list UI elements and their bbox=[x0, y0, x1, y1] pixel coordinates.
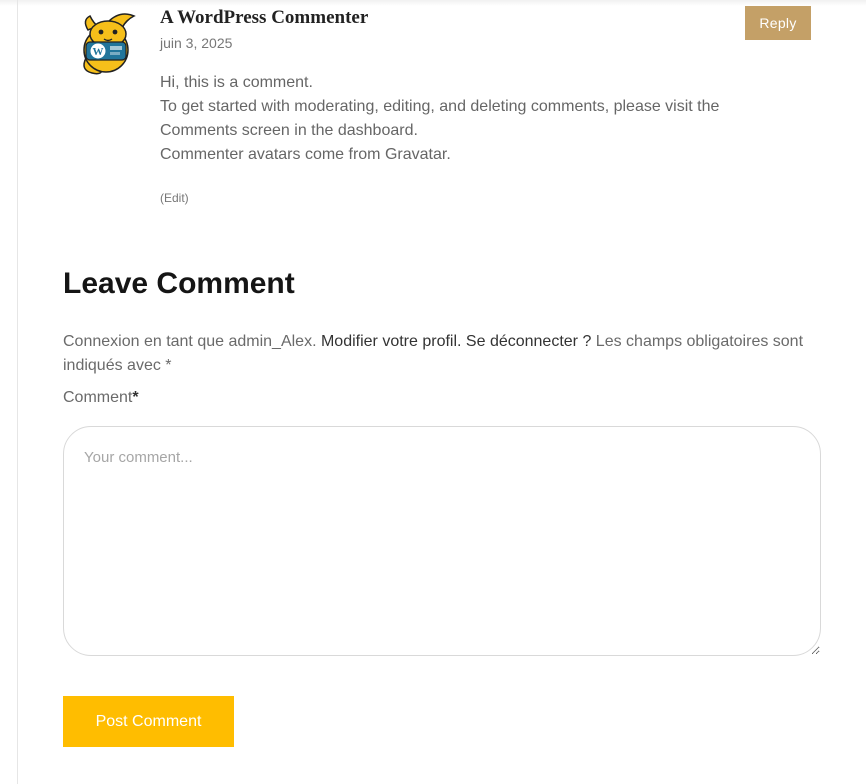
required-marker: * bbox=[165, 357, 172, 374]
comment-textarea[interactable] bbox=[63, 426, 821, 656]
logout-link[interactable]: Se déconnecter ? bbox=[466, 333, 591, 350]
wapuu-avatar-icon: W bbox=[83, 13, 136, 75]
comment-text: Hi, this is a comment. To get started wi… bbox=[160, 71, 800, 167]
comment-text-line: To get started with moderating, editing,… bbox=[160, 98, 720, 139]
comment-field-label: Comment* bbox=[63, 389, 139, 407]
comment-label-text: Comment bbox=[63, 389, 133, 406]
reply-button[interactable]: Reply bbox=[745, 6, 811, 40]
edit-comment-link[interactable]: (Edit) bbox=[160, 191, 189, 205]
header-shadow bbox=[0, 0, 866, 6]
required-asterisk: * bbox=[132, 389, 139, 406]
comment-text-line: Commenter avatars come from Gravatar. bbox=[160, 146, 451, 163]
leave-comment-heading: Leave Comment bbox=[63, 267, 295, 300]
edit-profile-link[interactable]: Modifier votre profil. bbox=[321, 333, 462, 350]
logged-in-as-text: Connexion en tant que admin_Alex. bbox=[63, 333, 317, 350]
svg-text:W: W bbox=[93, 46, 104, 58]
post-comment-button[interactable]: Post Comment bbox=[63, 696, 234, 747]
comment-text-line: Hi, this is a comment. bbox=[160, 74, 313, 91]
comment-author-name: A WordPress Commenter bbox=[160, 7, 369, 28]
comment-date[interactable]: juin 3, 2025 bbox=[160, 35, 232, 51]
logged-in-notice: Connexion en tant que admin_Alex. Modifi… bbox=[63, 330, 813, 378]
content-divider bbox=[17, 0, 18, 784]
